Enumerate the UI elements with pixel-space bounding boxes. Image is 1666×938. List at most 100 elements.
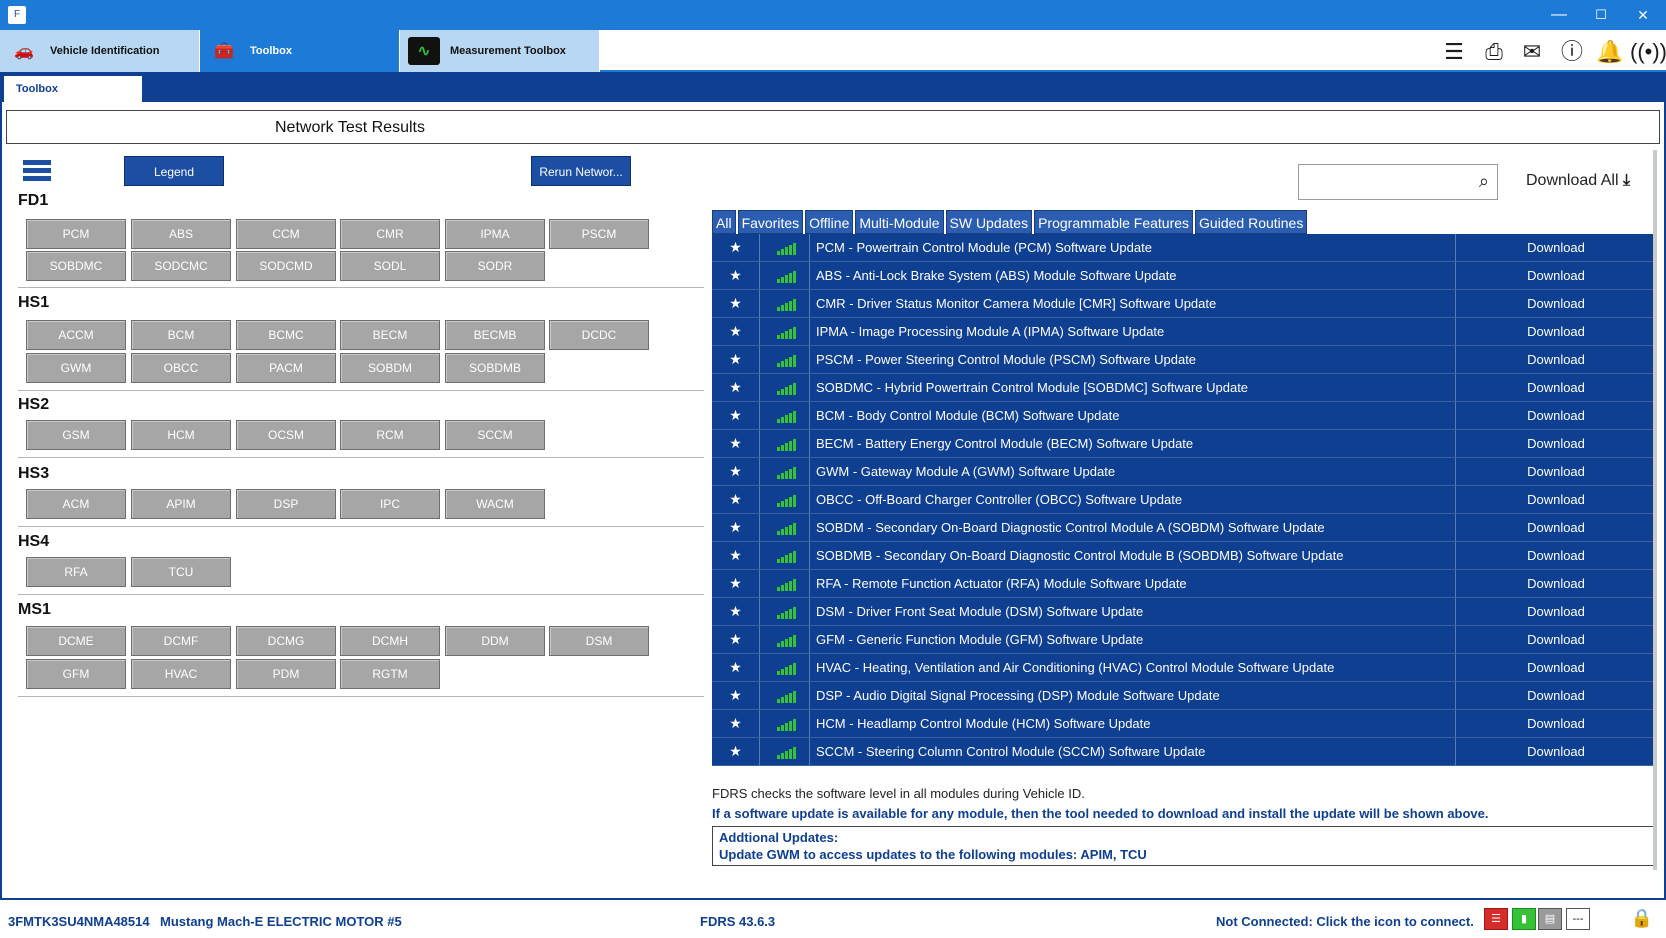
module-rcm[interactable]: RCM: [340, 420, 440, 450]
update-row[interactable]: ★ GFM - Generic Function Module (GFM) Sof…: [712, 626, 1656, 654]
module-abs[interactable]: ABS: [131, 219, 231, 249]
favorite-star-icon[interactable]: ★: [712, 234, 760, 261]
module-ipc[interactable]: IPC: [340, 489, 440, 519]
rerun-network-test-button[interactable]: Rerun Networ...: [531, 156, 631, 186]
favorite-star-icon[interactable]: ★: [712, 570, 760, 597]
update-row[interactable]: ★ RFA - Remote Function Actuator (RFA) Mo…: [712, 570, 1656, 598]
module-dcdc[interactable]: DCDC: [549, 320, 649, 350]
favorite-star-icon[interactable]: ★: [712, 374, 760, 401]
favorite-star-icon[interactable]: ★: [712, 402, 760, 429]
wireless-icon[interactable]: ((•)): [1630, 36, 1666, 68]
printer-icon[interactable]: ⎙: [1478, 36, 1510, 68]
download-button[interactable]: Download: [1455, 234, 1656, 261]
module-rgtm[interactable]: RGTM: [340, 659, 440, 689]
update-row[interactable]: ★ OBCC - Off-Board Charger Controller (OB…: [712, 486, 1656, 514]
update-row[interactable]: ★ BECM - Battery Energy Control Module (B…: [712, 430, 1656, 458]
module-ocsm[interactable]: OCSM: [236, 420, 336, 450]
module-dcmg[interactable]: DCMG: [236, 626, 336, 656]
module-acm[interactable]: ACM: [26, 489, 126, 519]
download-button[interactable]: Download: [1455, 458, 1656, 485]
module-ccm[interactable]: CCM: [236, 219, 336, 249]
module-wacm[interactable]: WACM: [445, 489, 545, 519]
link-status-icon[interactable]: ---: [1566, 908, 1590, 930]
module-pcm[interactable]: PCM: [26, 219, 126, 249]
module-dsp[interactable]: DSP: [236, 489, 336, 519]
module-gwm[interactable]: GWM: [26, 353, 126, 383]
favorite-star-icon[interactable]: ★: [712, 262, 760, 289]
update-row[interactable]: ★ SOBDM - Secondary On-Board Diagnostic C…: [712, 514, 1656, 542]
tab-vehicle-identification[interactable]: 🚗 Vehicle Identification: [0, 30, 200, 72]
favorite-star-icon[interactable]: ★: [712, 514, 760, 541]
filter-programmable-features[interactable]: Programmable Features: [1034, 210, 1194, 234]
download-button[interactable]: Download: [1455, 346, 1656, 373]
vertical-scrollbar[interactable]: [1653, 150, 1657, 870]
module-pdm[interactable]: PDM: [236, 659, 336, 689]
update-row[interactable]: ★ PSCM - Power Steering Control Module (P…: [712, 346, 1656, 374]
download-button[interactable]: Download: [1455, 430, 1656, 457]
module-becmb[interactable]: BECMB: [445, 320, 545, 350]
update-row[interactable]: ★ ABS - Anti-Lock Brake System (ABS) Modu…: [712, 262, 1656, 290]
update-row[interactable]: ★ SOBDMB - Secondary On-Board Diagnostic …: [712, 542, 1656, 570]
module-sobdmb[interactable]: SOBDMB: [445, 353, 545, 383]
module-dcmh[interactable]: DCMH: [340, 626, 440, 656]
filter-multi-module[interactable]: Multi-Module: [855, 210, 944, 234]
module-dcmf[interactable]: DCMF: [131, 626, 231, 656]
favorite-star-icon[interactable]: ★: [712, 346, 760, 373]
module-tcu[interactable]: TCU: [131, 557, 231, 587]
favorite-star-icon[interactable]: ★: [712, 430, 760, 457]
download-button[interactable]: Download: [1455, 542, 1656, 569]
module-becm[interactable]: BECM: [340, 320, 440, 350]
module-sodr[interactable]: SODR: [445, 251, 545, 281]
signal-icon[interactable]: ▮: [1512, 908, 1536, 930]
download-button[interactable]: Download: [1455, 626, 1656, 653]
filter-guided-routines[interactable]: Guided Routines: [1195, 210, 1308, 234]
download-button[interactable]: Download: [1455, 262, 1656, 289]
favorite-star-icon[interactable]: ★: [712, 458, 760, 485]
update-row[interactable]: ★ PCM - Powertrain Control Module (PCM) S…: [712, 234, 1656, 262]
favorite-star-icon[interactable]: ★: [712, 682, 760, 709]
module-rfa[interactable]: RFA: [26, 557, 126, 587]
battery-icon[interactable]: ▤: [1538, 908, 1562, 930]
module-hvac[interactable]: HVAC: [131, 659, 231, 689]
search-icon[interactable]: ⌕: [1479, 171, 1489, 192]
tab-toolbox[interactable]: 🧰 Toolbox: [200, 30, 400, 72]
module-sodcmc[interactable]: SODCMC: [131, 251, 231, 281]
help-icon[interactable]: ⓘ: [1556, 36, 1588, 68]
module-ddm[interactable]: DDM: [445, 626, 545, 656]
download-button[interactable]: Download: [1455, 654, 1656, 681]
module-gsm[interactable]: GSM: [26, 420, 126, 450]
module-bcmc[interactable]: BCMC: [236, 320, 336, 350]
download-button[interactable]: Download: [1455, 738, 1656, 765]
favorite-star-icon[interactable]: ★: [712, 290, 760, 317]
download-button[interactable]: Download: [1455, 402, 1656, 429]
download-button[interactable]: Download: [1455, 486, 1656, 513]
favorite-star-icon[interactable]: ★: [712, 738, 760, 765]
update-row[interactable]: ★ DSP - Audio Digital Signal Processing (…: [712, 682, 1656, 710]
update-row[interactable]: ★ SCCM - Steering Column Control Module (…: [712, 738, 1656, 766]
module-obcc[interactable]: OBCC: [131, 353, 231, 383]
filter-favorites[interactable]: Favorites: [737, 210, 804, 234]
module-sodl[interactable]: SODL: [340, 251, 440, 281]
download-button[interactable]: Download: [1455, 570, 1656, 597]
filter-sw-updates[interactable]: SW Updates: [945, 210, 1033, 234]
legend-button[interactable]: Legend: [124, 156, 224, 186]
lock-icon[interactable]: 🔒: [1630, 908, 1654, 930]
update-row[interactable]: ★ GWM - Gateway Module A (GWM) Software U…: [712, 458, 1656, 486]
favorite-star-icon[interactable]: ★: [712, 654, 760, 681]
maximize-button[interactable]: ☐: [1578, 0, 1624, 30]
module-gfm[interactable]: GFM: [26, 659, 126, 689]
mail-icon[interactable]: ✉: [1516, 36, 1548, 68]
module-sobdmc[interactable]: SOBDMC: [26, 251, 126, 281]
download-button[interactable]: Download: [1455, 374, 1656, 401]
minimize-button[interactable]: —: [1536, 0, 1582, 30]
module-pscm[interactable]: PSCM: [549, 219, 649, 249]
download-button[interactable]: Download: [1455, 290, 1656, 317]
module-sodcmd[interactable]: SODCMD: [236, 251, 336, 281]
update-row[interactable]: ★ DSM - Driver Front Seat Module (DSM) So…: [712, 598, 1656, 626]
download-button[interactable]: Download: [1455, 598, 1656, 625]
bell-icon[interactable]: 🔔: [1594, 36, 1626, 68]
module-bcm[interactable]: BCM: [131, 320, 231, 350]
close-button[interactable]: ✕: [1620, 0, 1666, 30]
module-apim[interactable]: APIM: [131, 489, 231, 519]
update-row[interactable]: ★ BCM - Body Control Module (BCM) Softwar…: [712, 402, 1656, 430]
